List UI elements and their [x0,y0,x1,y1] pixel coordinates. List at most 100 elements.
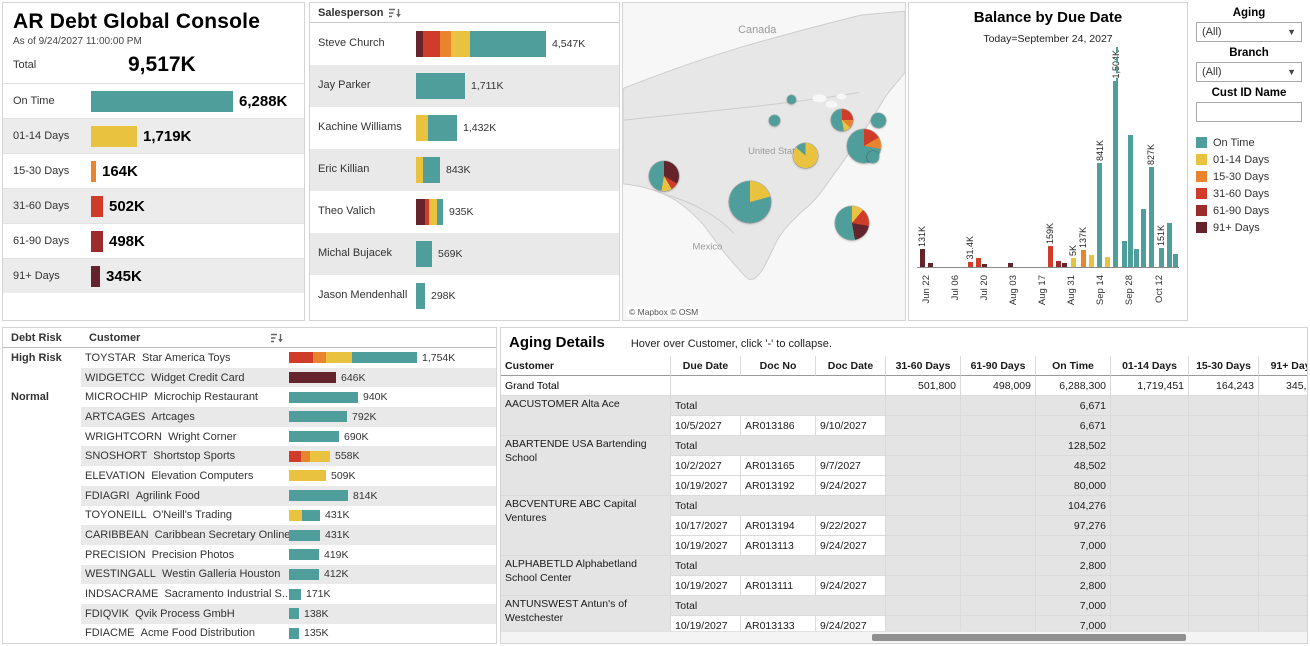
debtor-bar[interactable] [289,431,339,442]
column-header[interactable]: 31-60 Days [886,356,961,376]
debtor-row[interactable]: FDIACME Acme Food Distribution135K [3,624,496,644]
group-total-value[interactable] [1189,436,1259,456]
group-total-value[interactable] [1111,396,1189,416]
doc-date-cell[interactable]: 9/24/2027 [816,576,886,596]
detail-value-cell[interactable] [1189,476,1259,496]
bar-segment[interactable] [416,283,425,309]
group-total-value[interactable] [886,556,961,576]
group-total-value[interactable] [1111,436,1189,456]
bar-segment[interactable] [289,608,299,619]
salesperson-bar[interactable] [416,241,432,267]
debtor-bar[interactable] [289,608,299,619]
detail-value-cell[interactable]: 7,000 [1036,536,1111,556]
balance-bar[interactable] [1167,223,1172,267]
kpi-row-61-90-days[interactable]: 61-90 Days498K [3,223,304,258]
detail-value-cell[interactable] [961,476,1036,496]
customer-cell[interactable]: AACUSTOMER Alta Ace [501,396,671,436]
bar-segment[interactable] [437,199,443,225]
map-attribution[interactable]: © Mapbox © OSM [626,307,701,317]
salesperson-row[interactable]: Kachine Williams1,432K [310,107,619,149]
balance-bar[interactable] [976,258,981,267]
balance-bar[interactable] [1122,241,1127,267]
group-total-value[interactable] [1111,496,1189,516]
balance-bar[interactable] [982,264,987,267]
detail-value-cell[interactable]: 6,671 [1036,416,1111,436]
customer-cell[interactable]: ALPHABETLD Alphabetland School Center [501,556,671,596]
bucket-bar[interactable] [91,266,100,287]
detail-value-cell[interactable] [1111,456,1189,476]
salesperson-row[interactable]: Eric Killian843K [310,149,619,191]
balance-bar[interactable] [1105,257,1110,267]
map-pie[interactable] [867,151,879,163]
group-total-value[interactable] [961,396,1036,416]
debtor-bar[interactable] [289,451,330,462]
debtor-bar[interactable] [289,510,320,521]
detail-value-cell[interactable] [961,416,1036,436]
group-total-label[interactable]: Total [671,496,886,516]
detail-value-cell[interactable] [886,416,961,436]
bar-segment[interactable] [352,352,417,363]
bar-segment[interactable] [289,431,339,442]
group-total-value[interactable] [961,496,1036,516]
bar-segment[interactable] [326,352,352,363]
bar-segment[interactable] [416,31,423,57]
column-header[interactable]: 91+ Days [1259,356,1308,376]
debtor-row[interactable]: High RiskTOYSTAR Star America Toys1,754K [3,348,496,368]
map-pie[interactable] [787,95,796,104]
salesperson-row[interactable]: Theo Valich935K [310,191,619,233]
scrollbar-thumb[interactable] [872,634,1186,641]
balance-bar[interactable] [928,263,933,267]
group-total-value[interactable] [1259,596,1308,616]
balance-bar[interactable] [1173,254,1178,267]
balance-bar[interactable] [1071,258,1076,267]
balance-bar[interactable] [1159,248,1164,267]
group-total-value[interactable] [1259,436,1308,456]
group-total-value[interactable]: 128,502 [1036,436,1111,456]
map-pie[interactable] [831,109,853,131]
bar-segment[interactable] [289,569,319,580]
doc-no-cell[interactable]: AR013111 [741,576,816,596]
due-date-cell[interactable]: 10/19/2027 [671,476,741,496]
doc-no-cell[interactable]: AR013192 [741,476,816,496]
legend-item-91-days[interactable]: 91+ Days [1196,219,1302,236]
kpi-row-15-30-days[interactable]: 15-30 Days164K [3,153,304,188]
group-total-label[interactable]: Total [671,596,886,616]
group-total-value[interactable] [1259,556,1308,576]
column-header[interactable]: Doc No [741,356,816,376]
bar-segment[interactable] [289,372,336,383]
detail-value-cell[interactable] [1111,536,1189,556]
branch-filter-dropdown[interactable]: (All) ▼ [1196,62,1302,82]
bar-segment[interactable] [429,199,437,225]
balance-bar[interactable] [1141,209,1146,267]
kpi-row-91-days[interactable]: 91+ Days345K [3,258,304,293]
due-date-cell[interactable]: 10/2/2027 [671,456,741,476]
column-header[interactable]: Customer [501,356,671,376]
bar-segment[interactable] [289,549,319,560]
group-total-value[interactable] [1111,556,1189,576]
debtor-row[interactable]: WIDGETCC Widget Credit Card646K [3,368,496,388]
column-header[interactable]: Due Date [671,356,741,376]
group-total-value[interactable] [1259,496,1308,516]
detail-value-cell[interactable] [1259,456,1308,476]
salesperson-bar[interactable] [416,283,425,309]
group-total-value[interactable]: 2,800 [1036,556,1111,576]
bar-segment[interactable] [416,73,465,99]
balance-bar[interactable] [1097,163,1102,267]
debtor-row[interactable]: TOYONEILL O'Neill's Trading431K [3,506,496,526]
debtor-bar[interactable] [289,470,326,481]
detail-value-cell[interactable] [961,516,1036,536]
column-header[interactable]: On Time [1036,356,1111,376]
doc-no-cell[interactable]: AR013165 [741,456,816,476]
bar-segment[interactable] [289,352,313,363]
group-total-label[interactable]: Total [671,396,886,416]
kpi-row-31-60-days[interactable]: 31-60 Days502K [3,188,304,223]
grand-total-value[interactable]: 6,288,300 [1036,376,1111,396]
detail-value-cell[interactable] [886,456,961,476]
bar-segment[interactable] [416,199,425,225]
detail-value-cell[interactable] [961,576,1036,596]
bar-segment[interactable] [423,157,440,183]
bar-segment[interactable] [289,451,301,462]
balance-bar[interactable] [1134,249,1139,267]
bar-segment[interactable] [440,31,451,57]
balance-bar[interactable] [1048,246,1053,267]
